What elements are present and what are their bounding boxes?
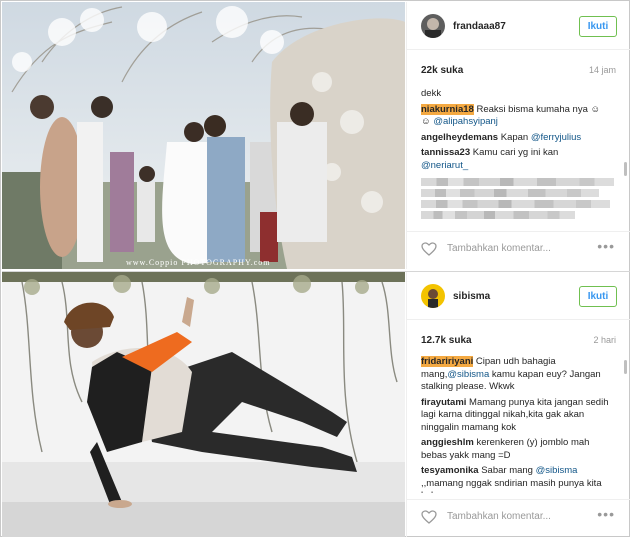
wedding-photo[interactable]: www.Coppio PHOTOGRAPHY.com — [2, 2, 405, 269]
comment-mention[interactable]: @alipahsyipanj — [433, 116, 498, 127]
heart-icon[interactable] — [421, 242, 437, 259]
like-count[interactable]: 12.7k suka — [421, 335, 472, 346]
heart-icon[interactable] — [421, 510, 437, 527]
follow-button[interactable]: Ikuti — [579, 16, 617, 37]
likes-row: 12.7k suka 2 hari — [421, 335, 616, 349]
scrollbar[interactable] — [624, 162, 627, 176]
add-comment-input[interactable]: Tambahkan komentar... — [447, 243, 551, 254]
comment-username[interactable]: anggieshlm — [421, 437, 474, 448]
comment: angelheydemans Kapan @ferryjulius — [421, 132, 614, 145]
smiley-icon: ☺ — [421, 116, 431, 127]
post2-footer: Tambahkan komentar... ••• — [407, 499, 630, 533]
comment-username[interactable]: tannissa23 — [421, 147, 470, 158]
comment-mention[interactable]: @ferryjulius — [531, 132, 581, 143]
scrollbar[interactable] — [624, 360, 627, 374]
comment-mention[interactable]: @sibisma — [447, 369, 489, 380]
comment: anggieshlm kerenkeren (y) jomblo mah beb… — [421, 437, 614, 462]
comments-list: fridaririyani Cipan udh bahagia mang,@si… — [421, 356, 614, 493]
more-options-icon[interactable]: ••• — [597, 238, 615, 254]
comment-username[interactable]: tesyamonika — [421, 465, 479, 476]
likes-row: 22k suka 14 jam — [421, 65, 616, 79]
comment: firayutami Mamang punya kita jangan sedi… — [421, 397, 614, 435]
follow-button[interactable]: Ikuti — [579, 286, 617, 307]
add-comment-input[interactable]: Tambahkan komentar... — [447, 511, 551, 522]
comment: fridaririyani Cipan udh bahagia mang,@si… — [421, 356, 614, 394]
post2-header: sibisma Ikuti — [407, 272, 630, 320]
post1-footer: Tambahkan komentar... ••• — [407, 231, 630, 265]
comment-mention[interactable]: @sibisma — [536, 465, 578, 476]
smiley-icon: ☺ — [590, 103, 601, 115]
comment-text: Kamu cari yg ini kan — [472, 147, 559, 158]
username-link[interactable]: frandaaa87 — [453, 21, 506, 32]
post-breakdance: sibisma Ikuti 12.7k suka 2 hari fridarir… — [2, 271, 630, 537]
post-age[interactable]: 2 hari — [593, 335, 616, 345]
post-wedding: www.Coppio PHOTOGRAPHY.com frandaaa87 Ik… — [2, 2, 630, 269]
caption: dekk — [421, 88, 442, 99]
comment-username[interactable]: firayutami — [421, 397, 466, 408]
avatar[interactable] — [421, 284, 445, 308]
like-count[interactable]: 22k suka — [421, 65, 463, 76]
post1-header: frandaaa87 Ikuti — [407, 2, 630, 50]
username-link[interactable]: sibisma — [453, 291, 490, 302]
photo-watermark: www.Coppio PHOTOGRAPHY.com — [126, 258, 271, 267]
comment: tesyamonika Sabar mang @sibisma ,,mamang… — [421, 465, 614, 493]
comment-text: ,,mamang nggak sndirian masih punya kita… — [421, 477, 602, 494]
breakdance-photo[interactable] — [2, 272, 405, 537]
comment-text: Sabar mang — [481, 465, 533, 476]
post2-sidebar: sibisma Ikuti 12.7k suka 2 hari fridarir… — [406, 272, 630, 537]
comment: tannissa23 Kamu cari yg ini kan @neriaru… — [421, 147, 614, 172]
post1-sidebar: frandaaa87 Ikuti 22k suka 14 jam dekk ni… — [406, 2, 630, 269]
comment-username[interactable]: angelheydemans — [421, 132, 498, 143]
comment-text: Reaksi bisma kumaha nya — [476, 103, 588, 115]
comment-username[interactable]: fridaririyani — [421, 356, 474, 367]
blurred-comment — [421, 178, 614, 219]
screenshot-frame: www.Coppio PHOTOGRAPHY.com frandaaa87 Ik… — [0, 0, 630, 537]
comment-text: Kapan — [500, 131, 529, 143]
more-options-icon[interactable]: ••• — [597, 506, 615, 522]
post-age[interactable]: 14 jam — [589, 65, 616, 75]
comments-list: dekk niakurnia18 Reaksi bisma kumaha nya… — [421, 88, 614, 228]
comment: niakurnia18 Reaksi bisma kumaha nya ☺ ☺ … — [421, 103, 614, 129]
comment-mention[interactable]: @neriarut_ — [421, 160, 468, 171]
comment-username[interactable]: niakurnia18 — [421, 103, 474, 115]
avatar[interactable] — [421, 14, 445, 38]
